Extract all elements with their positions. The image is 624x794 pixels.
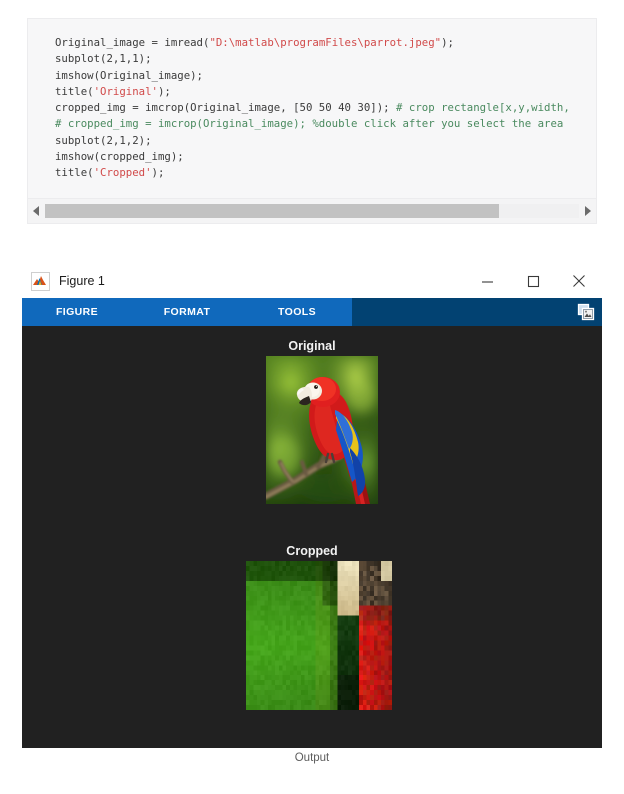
figure-caption: Output bbox=[294, 752, 330, 764]
code-token-plain: cropped_img = imcrop(Original_image, [50… bbox=[55, 101, 397, 115]
code-token-plain: title( bbox=[55, 166, 94, 180]
code-token-plain: subplot(2,1,1); bbox=[55, 52, 152, 66]
maximize-button[interactable] bbox=[510, 264, 556, 298]
subplot-title-original: Original bbox=[288, 339, 336, 353]
code-token-plain: Original_image = imread( bbox=[55, 36, 210, 49]
cropped-photo bbox=[246, 561, 392, 710]
code-scroll-viewport[interactable]: Original_image = imread("D:\matlab\progr… bbox=[28, 19, 596, 199]
tab-tools[interactable]: TOOLS bbox=[242, 298, 352, 326]
code-token-plain: ); bbox=[151, 166, 165, 180]
code-token-plain: ); bbox=[441, 36, 454, 49]
scrollbar-thumb[interactable] bbox=[45, 204, 499, 218]
cropped-image bbox=[246, 561, 392, 710]
code-text: Original_image = imread("D:\matlab\progr… bbox=[55, 35, 596, 182]
horizontal-scrollbar[interactable] bbox=[28, 198, 596, 223]
toolbar-right-area bbox=[352, 298, 602, 326]
code-token-plain: ); bbox=[157, 84, 171, 98]
toolbar-tab-group: FIGURE FORMAT TOOLS bbox=[22, 298, 352, 326]
figure-toolbar: FIGURE FORMAT TOOLS bbox=[22, 298, 602, 326]
code-token-plain: imshow(Original_image); bbox=[55, 68, 203, 82]
code-token-comment: # cropped_img = imcrop(Original_image); … bbox=[55, 117, 564, 131]
code-token-plain: subplot(2,1,2); bbox=[55, 133, 152, 147]
code-block-card: Original_image = imread("D:\matlab\progr… bbox=[27, 18, 597, 224]
code-token-string: 'Original' bbox=[93, 84, 158, 98]
original-image bbox=[266, 356, 378, 504]
close-button[interactable] bbox=[556, 264, 602, 298]
figure-canvas: Original Cropped bbox=[22, 326, 602, 748]
code-token-string: 'Cropped' bbox=[93, 166, 152, 180]
subplot-title-cropped: Cropped bbox=[286, 544, 338, 558]
window-controls bbox=[464, 264, 602, 298]
matlab-membrane-icon bbox=[31, 271, 50, 291]
code-token-plain: imshow(cropped_img); bbox=[55, 150, 184, 164]
parrot-photo bbox=[266, 356, 378, 504]
scroll-left-arrow-icon[interactable] bbox=[28, 199, 45, 223]
code-token-string: "D:\matlab\programFiles\parrot.jpeg" bbox=[209, 36, 442, 49]
tab-figure[interactable]: FIGURE bbox=[22, 298, 132, 326]
minimize-button[interactable] bbox=[464, 264, 510, 298]
code-token-comment: # crop rectangle[x,y,width, bbox=[396, 101, 570, 115]
figure-window: Figure 1 FIGURE FORMAT TOOLS Original Cr… bbox=[22, 264, 602, 748]
scrollbar-track[interactable] bbox=[45, 204, 579, 218]
window-title: Figure 1 bbox=[59, 274, 105, 288]
tab-format[interactable]: FORMAT bbox=[132, 298, 242, 326]
scroll-right-arrow-icon[interactable] bbox=[579, 199, 596, 223]
code-token-plain: title( bbox=[55, 84, 94, 98]
copy-figure-icon[interactable] bbox=[577, 303, 595, 321]
figure-title-bar[interactable]: Figure 1 bbox=[22, 264, 602, 298]
